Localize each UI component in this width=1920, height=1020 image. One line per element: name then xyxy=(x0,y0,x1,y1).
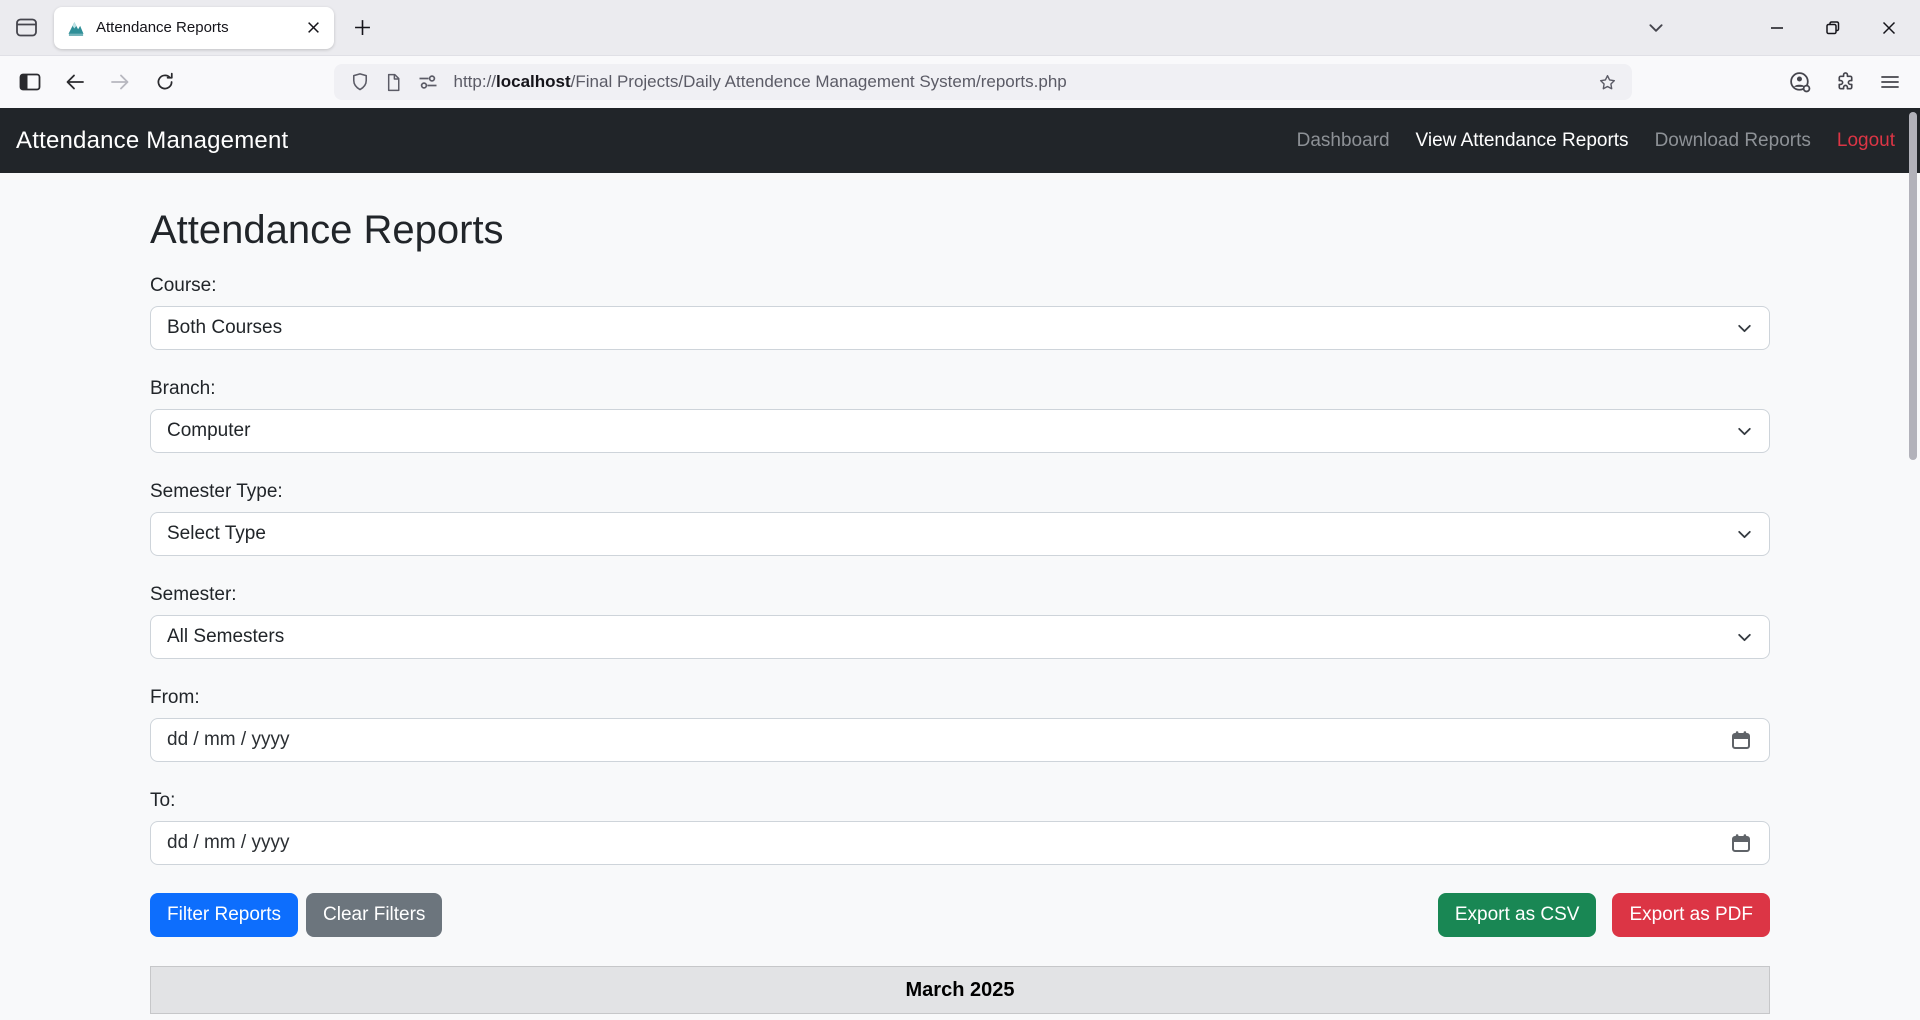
nav-link-view-attendance-reports[interactable]: View Attendance Reports xyxy=(1416,130,1629,152)
course-selected-value: Both Courses xyxy=(167,317,282,339)
navbar-links: Dashboard View Attendance Reports Downlo… xyxy=(1297,130,1895,152)
page-title: Attendance Reports xyxy=(150,207,1770,253)
window-minimize-button[interactable] xyxy=(1754,10,1800,46)
chevron-down-icon xyxy=(1736,526,1753,543)
semester-select[interactable]: All Semesters xyxy=(150,615,1770,659)
tab-list-chevron-icon[interactable] xyxy=(1638,10,1674,46)
window-controls xyxy=(1754,10,1912,46)
browser-toolbar: http://localhost/Final Projects/Daily At… xyxy=(0,56,1920,108)
report-month-header: March 2025 xyxy=(150,966,1770,1014)
tab-close-icon[interactable] xyxy=(300,15,326,41)
page-info-icon[interactable] xyxy=(380,68,408,96)
nav-link-logout[interactable]: Logout xyxy=(1837,130,1895,152)
to-date-placeholder: dd / mm / yyyy xyxy=(167,832,289,854)
chevron-down-icon xyxy=(1736,423,1753,440)
forward-button[interactable] xyxy=(100,62,140,102)
report-month-title: March 2025 xyxy=(906,979,1015,1002)
branch-selected-value: Computer xyxy=(167,420,250,442)
branch-select[interactable]: Computer xyxy=(150,409,1770,453)
to-date-field-group: To: dd / mm / yyyy xyxy=(150,790,1770,865)
tab-strip: Attendance Reports xyxy=(0,0,1920,56)
browser-tab[interactable]: Attendance Reports xyxy=(54,7,334,49)
url-bar[interactable]: http://localhost/Final Projects/Daily At… xyxy=(334,64,1632,100)
from-date-input[interactable]: dd / mm / yyyy xyxy=(150,718,1770,762)
semester-label: Semester: xyxy=(150,584,1770,606)
to-date-input[interactable]: dd / mm / yyyy xyxy=(150,821,1770,865)
filter-reports-button[interactable]: Filter Reports xyxy=(150,893,298,937)
chevron-down-icon xyxy=(1736,320,1753,337)
url-scheme: http:// xyxy=(454,72,497,91)
firefox-view-icon[interactable] xyxy=(8,10,44,46)
sidebar-toggle-icon[interactable] xyxy=(10,62,50,102)
site-favicon-icon xyxy=(66,18,86,38)
semester-type-field-group: Semester Type: Select Type xyxy=(150,481,1770,556)
window-close-button[interactable] xyxy=(1866,10,1912,46)
page-scrollbar-thumb[interactable] xyxy=(1909,112,1917,460)
calendar-icon xyxy=(1729,831,1753,855)
navbar-brand: Attendance Management xyxy=(16,127,288,155)
site-navbar: Attendance Management Dashboard View Att… xyxy=(0,108,1920,173)
tab-title: Attendance Reports xyxy=(96,19,300,36)
from-date-field-group: From: dd / mm / yyyy xyxy=(150,687,1770,762)
calendar-icon xyxy=(1729,728,1753,752)
branch-field-group: Branch: Computer xyxy=(150,378,1770,453)
account-icon[interactable] xyxy=(1780,62,1820,102)
url-host: localhost xyxy=(496,72,571,91)
to-date-label: To: xyxy=(150,790,1770,812)
nav-link-download-reports[interactable]: Download Reports xyxy=(1655,130,1811,152)
new-tab-button[interactable] xyxy=(344,10,380,46)
from-date-label: From: xyxy=(150,687,1770,709)
semester-type-select[interactable]: Select Type xyxy=(150,512,1770,556)
permissions-switches-icon[interactable] xyxy=(414,68,442,96)
bookmark-star-icon[interactable] xyxy=(1594,68,1622,96)
semester-selected-value: All Semesters xyxy=(167,626,284,648)
export-csv-button[interactable]: Export as CSV xyxy=(1438,893,1597,937)
clear-filters-button[interactable]: Clear Filters xyxy=(306,893,442,937)
branch-label: Branch: xyxy=(150,378,1770,400)
course-field-group: Course: Both Courses xyxy=(150,275,1770,350)
semester-type-selected-value: Select Type xyxy=(167,523,266,545)
actions-row: Filter Reports Clear Filters Export as C… xyxy=(150,893,1770,937)
export-pdf-button[interactable]: Export as PDF xyxy=(1612,893,1770,937)
url-text: http://localhost/Final Projects/Daily At… xyxy=(454,72,1594,92)
web-page: Attendance Management Dashboard View Att… xyxy=(0,108,1920,1014)
extensions-puzzle-icon[interactable] xyxy=(1825,62,1865,102)
url-path: /Final Projects/Daily Attendence Managem… xyxy=(571,72,1067,91)
window-restore-button[interactable] xyxy=(1810,10,1856,46)
course-select[interactable]: Both Courses xyxy=(150,306,1770,350)
from-date-placeholder: dd / mm / yyyy xyxy=(167,729,289,751)
nav-link-dashboard[interactable]: Dashboard xyxy=(1297,130,1390,152)
reload-button[interactable] xyxy=(145,62,185,102)
back-button[interactable] xyxy=(55,62,95,102)
shield-icon[interactable] xyxy=(346,68,374,96)
chevron-down-icon xyxy=(1736,629,1753,646)
menu-hamburger-icon[interactable] xyxy=(1870,62,1910,102)
semester-field-group: Semester: All Semesters xyxy=(150,584,1770,659)
main-content: Attendance Reports Course: Both Courses … xyxy=(0,173,1920,1014)
semester-type-label: Semester Type: xyxy=(150,481,1770,503)
course-label: Course: xyxy=(150,275,1770,297)
